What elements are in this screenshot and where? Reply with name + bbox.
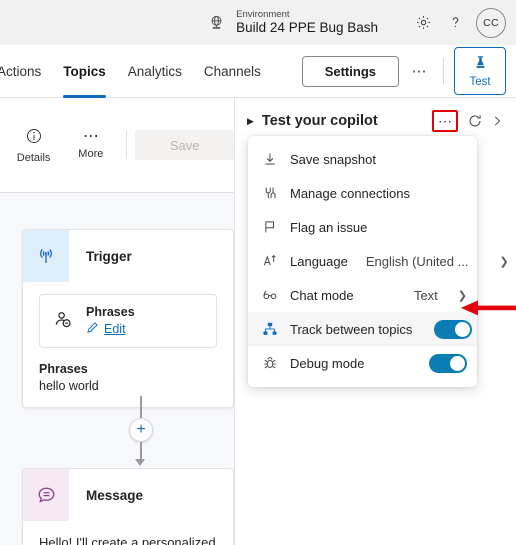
- menu-item-manage-connections[interactable]: Manage connections: [248, 176, 477, 210]
- ellipsis-icon: ⋯: [82, 128, 99, 145]
- menu-item-track-between-topics[interactable]: Track between topics: [248, 312, 477, 346]
- pencil-icon: [86, 321, 99, 337]
- message-node-header: Message: [23, 469, 233, 521]
- connector-arrowhead: [135, 459, 145, 466]
- nav-divider: [443, 58, 444, 84]
- add-node-plus-icon[interactable]: +: [129, 418, 153, 442]
- more-button[interactable]: ⋯ More: [63, 119, 118, 171]
- message-text: Hello! I'll create a personalized: [39, 535, 216, 545]
- test-panel-title: Test your copilot: [261, 113, 378, 129]
- phrases-value: hello world: [39, 379, 99, 393]
- environment-text: Environment Build 24 PPE Bug Bash: [236, 8, 378, 36]
- sitemap-icon: [260, 321, 279, 337]
- message-node-body: Hello! I'll create a personalized: [23, 521, 233, 545]
- tab-analytics[interactable]: Analytics: [117, 45, 193, 98]
- tab-channels[interactable]: Channels: [193, 45, 272, 98]
- toggle-knob: [455, 321, 471, 337]
- chevron-right-icon: ❯: [499, 255, 509, 268]
- edit-phrases-link[interactable]: Edit: [86, 321, 135, 337]
- bug-icon: [260, 355, 279, 371]
- nav-overflow-ellipsis-icon[interactable]: ⋯: [405, 57, 433, 85]
- info-icon: [25, 127, 43, 148]
- edit-phrases-label: Edit: [104, 322, 126, 336]
- menu-item-label: Save snapshot: [290, 151, 377, 167]
- menu-item-label: Chat mode: [290, 287, 354, 303]
- speech-bubble-icon: [23, 469, 69, 521]
- red-arrow-left-icon: [460, 299, 516, 322]
- avatar[interactable]: CC: [476, 7, 506, 38]
- tab-actions[interactable]: Actions: [0, 45, 52, 98]
- phrases-sub-card[interactable]: Phrases Edit: [39, 294, 217, 348]
- panel-collapse-chevron-right-icon[interactable]: ▶: [247, 116, 254, 127]
- person-message-icon: [52, 309, 74, 336]
- language-icon: [260, 253, 279, 269]
- track-between-topics-toggle[interactable]: [434, 319, 473, 339]
- connector-line-bottom: [140, 442, 142, 460]
- details-label: Details: [16, 151, 51, 164]
- menu-item-value: English (United ...: [365, 253, 469, 269]
- trigger-node-header: Trigger: [23, 230, 233, 282]
- trigger-node[interactable]: Trigger Phrases Edit Phrases hello world: [22, 229, 234, 408]
- menu-item-label: Flag an issue: [290, 219, 368, 235]
- menu-item-save-snapshot[interactable]: Save snapshot: [248, 142, 477, 176]
- flag-icon: [260, 219, 279, 235]
- nav-tabs: Actions Topics Analytics Channels: [0, 45, 272, 98]
- menu-item-debug-mode[interactable]: Debug mode: [248, 346, 477, 380]
- connector-line-top: [140, 396, 142, 418]
- environment-name: Build 24 PPE Bug Bash: [236, 20, 378, 36]
- topic-canvas[interactable]: Trigger Phrases Edit Phrases hello world…: [0, 193, 234, 545]
- panel-expand-chevron-right-icon[interactable]: [486, 110, 508, 132]
- menu-item-flag-an-issue[interactable]: Flag an issue: [248, 210, 477, 244]
- message-node-title: Message: [86, 487, 144, 503]
- menu-item-label: Debug mode: [290, 355, 365, 371]
- test-button-label: Test: [469, 76, 491, 88]
- more-label: More: [78, 148, 104, 160]
- menu-item-value: Text: [413, 287, 438, 303]
- nav-actions: Settings ⋯ Test: [301, 47, 516, 95]
- envbar-actions: CC: [408, 7, 506, 38]
- phrases-sub-card-title: Phrases: [86, 305, 135, 319]
- phrases-label: Phrases: [39, 362, 88, 376]
- topic-editor-toolbar: Details ⋯ More Save: [0, 98, 235, 193]
- plug-connections-icon: [260, 185, 279, 201]
- main-nav-bar: Actions Topics Analytics Channels Settin…: [0, 45, 516, 98]
- download-icon: [260, 151, 279, 167]
- tab-topics[interactable]: Topics: [52, 45, 117, 98]
- menu-item-label: Manage connections: [290, 185, 410, 201]
- app-root: Environment Build 24 PPE Bug Bash CC Act…: [0, 0, 516, 545]
- gear-icon[interactable]: [408, 8, 438, 38]
- menu-item-language[interactable]: Language English (United ... ❯: [248, 244, 509, 278]
- toolbar-divider: [126, 131, 128, 159]
- message-node[interactable]: Message Hello! I'll create a personalize…: [22, 468, 234, 545]
- test-button[interactable]: Test: [454, 47, 506, 95]
- test-panel-options-menu[interactable]: Save snapshot Manage connections Flag an…: [248, 136, 509, 387]
- test-panel-more-ellipsis-icon[interactable]: ⋯: [432, 110, 458, 132]
- beaker-icon: [472, 54, 489, 74]
- details-button[interactable]: Details: [6, 119, 61, 171]
- phrases-value-block: Phrases hello world: [39, 362, 217, 393]
- environment-label: Environment: [236, 8, 290, 20]
- question-mark-icon[interactable]: [440, 8, 470, 38]
- menu-item-label: Track between topics: [290, 321, 413, 337]
- environment-globe-icon: [205, 12, 227, 34]
- phrases-sub-card-content: Phrases Edit: [86, 305, 135, 337]
- menu-item-chat-mode[interactable]: Chat mode Text ❯: [248, 278, 477, 312]
- glasses-icon: [260, 287, 279, 303]
- debug-mode-toggle[interactable]: [429, 353, 467, 373]
- refresh-icon[interactable]: [464, 110, 486, 132]
- trigger-node-title: Trigger: [86, 248, 132, 264]
- settings-button[interactable]: Settings: [301, 55, 399, 87]
- trigger-broadcast-icon: [23, 230, 69, 282]
- menu-item-label: Language: [290, 253, 348, 269]
- save-button[interactable]: Save: [135, 130, 235, 160]
- trigger-node-body: Phrases Edit Phrases hello world: [23, 282, 233, 407]
- environment-bar: Environment Build 24 PPE Bug Bash CC: [0, 0, 516, 45]
- toggle-knob: [450, 355, 465, 371]
